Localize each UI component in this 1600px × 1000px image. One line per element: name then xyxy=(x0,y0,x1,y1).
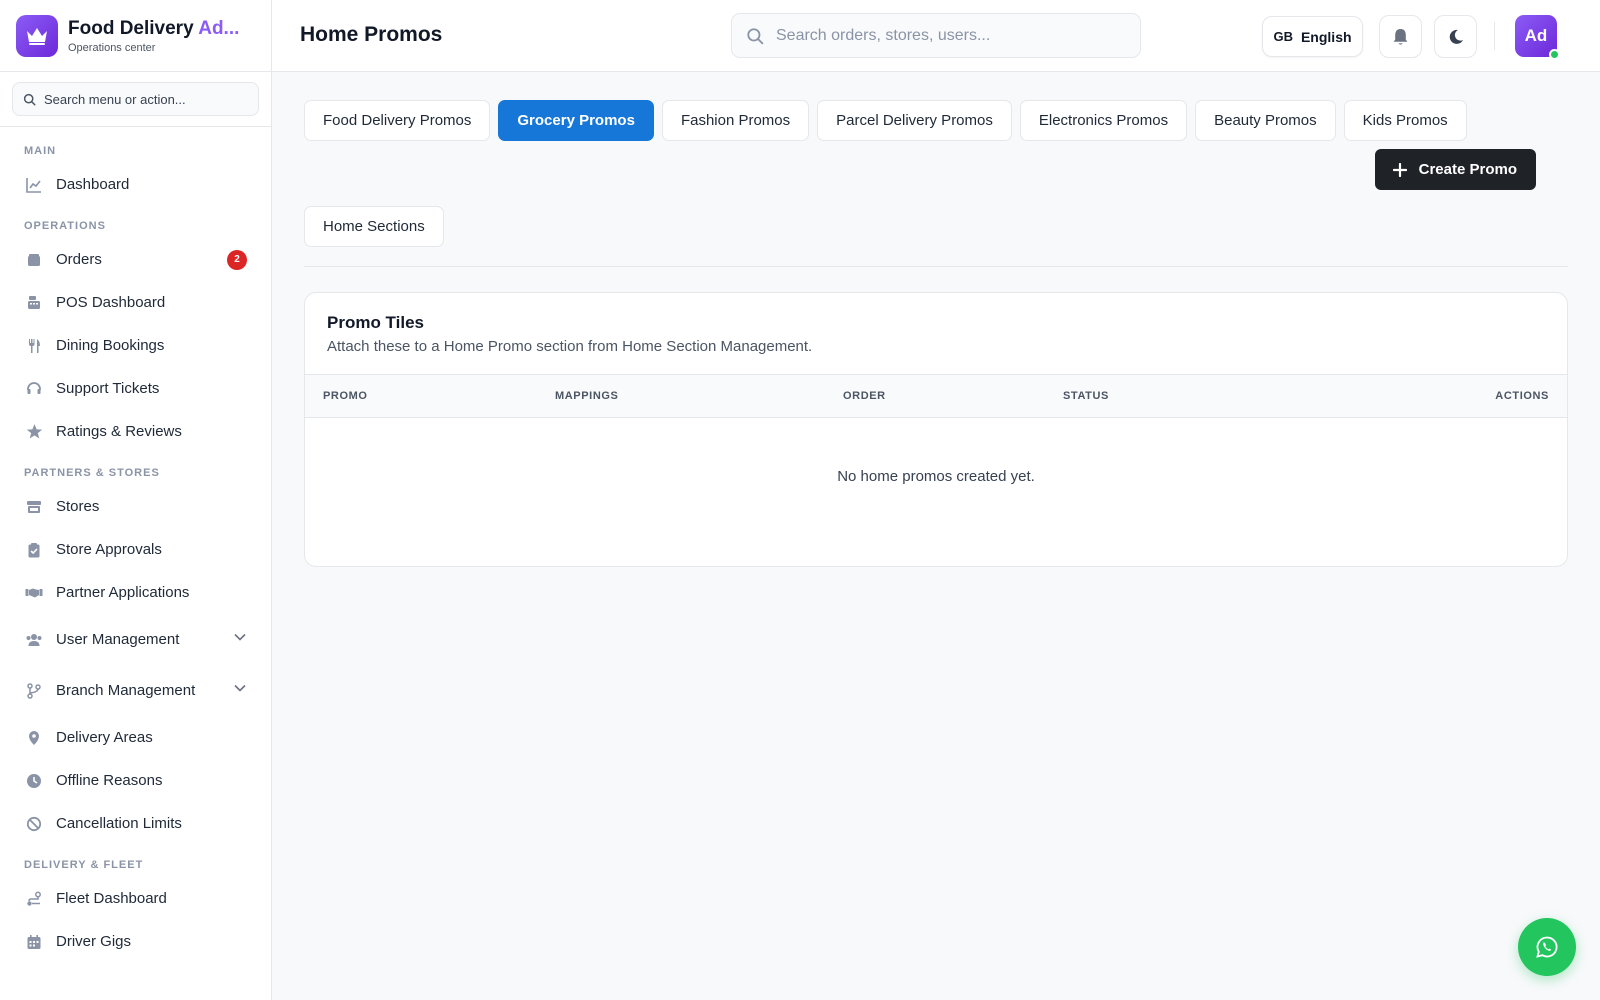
ban-icon xyxy=(25,815,43,833)
nav-section-main: MAIN xyxy=(24,145,57,157)
card-title: Promo Tiles xyxy=(327,313,424,332)
table-header: PROMO MAPPINGS ORDER STATUS ACTIONS xyxy=(305,374,1567,418)
empty-state-message: No home promos created yet. xyxy=(837,468,1035,485)
nav-section-operations: OPERATIONS xyxy=(24,220,106,232)
cash-register-icon xyxy=(25,294,43,312)
users-icon xyxy=(25,631,43,649)
sidebar-item-orders[interactable]: Orders 2 xyxy=(0,238,271,281)
brand[interactable]: Food Delivery Ad... Operations center xyxy=(0,0,271,72)
promo-tabs: Food Delivery Promos Grocery Promos Fash… xyxy=(304,100,1467,141)
clock-icon xyxy=(25,772,43,790)
tab-food-delivery-promos[interactable]: Food Delivery Promos xyxy=(304,100,491,141)
sidebar-item-branch-management[interactable]: Branch Management xyxy=(0,665,271,716)
column-header-status: STATUS xyxy=(1063,390,1109,402)
sidebar-item-dashboard[interactable]: Dashboard xyxy=(0,163,271,206)
page-title: Home Promos xyxy=(300,23,443,46)
tab-electronics-promos[interactable]: Electronics Promos xyxy=(1019,100,1188,141)
home-sections-button[interactable]: Home Sections xyxy=(304,206,444,247)
calendar-icon xyxy=(25,933,43,951)
column-header-actions: ACTIONS xyxy=(1495,390,1549,402)
tab-parcel-delivery-promos[interactable]: Parcel Delivery Promos xyxy=(817,100,1012,141)
nav-section-partners: PARTNERS & STORES xyxy=(24,467,160,479)
sidebar-item-ratings-reviews[interactable]: Ratings & Reviews xyxy=(0,410,271,453)
tab-kids-promos[interactable]: Kids Promos xyxy=(1343,100,1467,141)
column-header-promo: PROMO xyxy=(323,390,368,402)
header-divider xyxy=(1494,22,1495,50)
global-search-input[interactable]: Search orders, stores, users... xyxy=(731,13,1141,58)
sidebar-search-input[interactable]: Search menu or action... xyxy=(12,82,259,116)
box-icon xyxy=(25,251,43,269)
language-label: English xyxy=(1300,28,1352,45)
sidebar: Food Delivery Ad... Operations center Se… xyxy=(0,0,272,1000)
brand-title: Food Delivery Ad... xyxy=(68,17,240,39)
section-divider xyxy=(304,266,1568,267)
sidebar-nav: MAIN Dashboard OPERATIONS Orders 2 POS D… xyxy=(0,127,271,963)
chart-line-icon xyxy=(25,176,43,194)
tab-fashion-promos[interactable]: Fashion Promos xyxy=(661,100,810,141)
language-code: GB xyxy=(1273,29,1293,44)
map-pin-icon xyxy=(25,729,43,747)
top-header: Home Promos Search orders, stores, users… xyxy=(272,0,1600,72)
sidebar-item-driver-gigs[interactable]: Driver Gigs xyxy=(0,920,271,963)
column-header-order: ORDER xyxy=(843,390,886,402)
whatsapp-chat-button[interactable] xyxy=(1518,918,1576,976)
nav-section-delivery: DELIVERY & FLEET xyxy=(24,859,144,871)
theme-toggle-button[interactable] xyxy=(1434,15,1477,58)
tab-grocery-promos[interactable]: Grocery Promos xyxy=(498,100,654,141)
clipboard-check-icon xyxy=(25,541,43,559)
sidebar-item-partner-applications[interactable]: Partner Applications xyxy=(0,571,271,614)
online-status-dot xyxy=(1549,49,1560,60)
whatsapp-icon xyxy=(1536,936,1558,958)
crown-icon xyxy=(16,14,58,57)
brand-subtitle: Operations center xyxy=(68,41,156,54)
sidebar-item-cancellation-limits[interactable]: Cancellation Limits xyxy=(0,802,271,845)
search-icon xyxy=(747,27,764,44)
sidebar-item-user-management[interactable]: User Management xyxy=(0,614,271,665)
star-icon xyxy=(25,423,43,441)
sidebar-item-delivery-areas[interactable]: Delivery Areas xyxy=(0,716,271,759)
sidebar-item-fleet-dashboard[interactable]: Fleet Dashboard xyxy=(0,877,271,920)
handshake-icon xyxy=(25,584,43,602)
tab-beauty-promos[interactable]: Beauty Promos xyxy=(1195,100,1336,141)
headset-icon xyxy=(25,380,43,398)
column-header-mappings: MAPPINGS xyxy=(555,390,619,402)
sidebar-item-support-tickets[interactable]: Support Tickets xyxy=(0,367,271,410)
sidebar-item-stores[interactable]: Stores xyxy=(0,485,271,528)
main-content: Food Delivery Promos Grocery Promos Fash… xyxy=(272,72,1600,1000)
search-icon xyxy=(23,93,36,106)
store-icon xyxy=(25,498,43,516)
notifications-button[interactable] xyxy=(1379,15,1422,58)
chevron-down-icon xyxy=(233,630,247,649)
create-promo-button[interactable]: Create Promo xyxy=(1374,149,1536,190)
sidebar-item-pos-dashboard[interactable]: POS Dashboard xyxy=(0,281,271,324)
code-branch-icon xyxy=(25,682,43,700)
bell-icon xyxy=(1393,28,1408,45)
utensils-icon xyxy=(25,337,43,355)
card-subtitle: Attach these to a Home Promo section fro… xyxy=(327,338,813,355)
promo-tiles-card: Promo Tiles Attach these to a Home Promo… xyxy=(304,292,1568,567)
orders-count-badge: 2 xyxy=(227,249,247,270)
sidebar-item-offline-reasons[interactable]: Offline Reasons xyxy=(0,759,271,802)
chevron-down-icon xyxy=(233,681,247,700)
avatar[interactable]: Ad xyxy=(1515,15,1560,60)
sidebar-item-dining-bookings[interactable]: Dining Bookings xyxy=(0,324,271,367)
language-selector[interactable]: GB English xyxy=(1262,16,1363,57)
route-icon xyxy=(25,890,43,908)
plus-icon xyxy=(1392,162,1407,177)
sidebar-item-store-approvals[interactable]: Store Approvals xyxy=(0,528,271,571)
moon-icon xyxy=(1449,29,1463,44)
